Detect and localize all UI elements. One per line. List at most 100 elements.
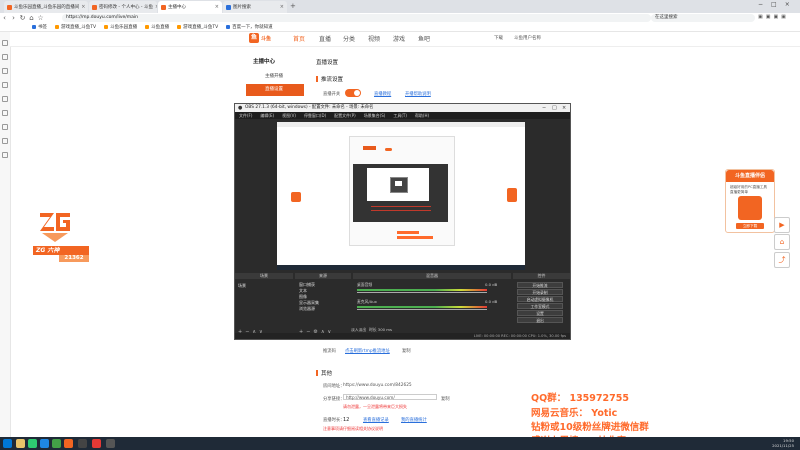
start-recording-button[interactable]: 开始录制: [517, 289, 563, 295]
nav-game[interactable]: 游戏: [393, 34, 405, 43]
mixer-desktop-meter[interactable]: [357, 289, 507, 293]
browser-icon[interactable]: [40, 439, 49, 448]
exit-button[interactable]: 退出: [517, 317, 563, 323]
search-input[interactable]: 在这里搜索: [651, 14, 755, 22]
sidebar-chat-icon[interactable]: [2, 110, 8, 116]
sidebar-item-live-settings[interactable]: 直播设置: [246, 84, 304, 96]
obs-window[interactable]: OBS 27.1.3 (64-bit, windows) - 配置文件: 未命名…: [234, 103, 571, 340]
tutorial-link[interactable]: 直播教程: [374, 91, 391, 97]
obs-app-icon[interactable]: [78, 439, 87, 448]
minimize-button[interactable]: −: [542, 104, 546, 112]
refresh-icon[interactable]: ↻: [18, 14, 27, 23]
back-icon[interactable]: ‹: [0, 14, 9, 23]
nav-fishbar[interactable]: 鱼吧: [418, 34, 430, 43]
app-icon[interactable]: [52, 439, 61, 448]
record-link[interactable]: 查看直播记录: [363, 417, 389, 423]
bookmark-item[interactable]: 游戏直播_斗鱼TV: [177, 24, 218, 30]
nav-home[interactable]: 首页: [293, 34, 305, 43]
bookmark-item[interactable]: 百度一下，你就知道: [226, 24, 273, 30]
extension-icons[interactable]: ▣▣▣▣: [758, 14, 789, 20]
studio-mode-button[interactable]: 工作室模式: [517, 303, 563, 309]
source-item[interactable]: 浏览器源: [299, 306, 315, 312]
close-icon[interactable]: ×: [280, 4, 284, 10]
star-icon[interactable]: ☆: [36, 14, 45, 23]
menu-tools[interactable]: 工具(T): [393, 112, 407, 119]
streamer-tool-promo[interactable]: 斗鱼直播伴侣 超级好用的PC直播工具 直播更简单 立即下载: [725, 169, 775, 233]
share-label: 分享链接：: [323, 397, 345, 402]
bookmark-item[interactable]: 游戏直播_斗鱼TV: [55, 24, 96, 30]
close-icon[interactable]: ×: [155, 4, 157, 10]
share-input[interactable]: http://www.douyu.com/: [343, 394, 437, 400]
obs-preview[interactable]: [277, 122, 525, 270]
rtmp-refresh-link[interactable]: 点击刷新rtmp推流地址: [345, 348, 390, 354]
nav-video[interactable]: 视频: [368, 34, 380, 43]
share-icon[interactable]: ⤴: [774, 252, 790, 268]
sidebar-download-icon[interactable]: [2, 96, 8, 102]
bookmark-item[interactable]: 斗鱼直播: [145, 24, 169, 30]
bookmark-item[interactable]: 书签: [32, 24, 47, 30]
scene-item[interactable]: 场景: [238, 283, 246, 289]
close-button[interactable]: ×: [562, 104, 566, 112]
menu-docks[interactable]: 停靠窗口(D): [304, 112, 326, 119]
bookmark-item[interactable]: 斗鱼乐园直播: [104, 24, 137, 30]
copy-link[interactable]: 复制: [402, 348, 411, 354]
start-icon[interactable]: [3, 439, 12, 448]
mixer-mic-meter[interactable]: [357, 306, 507, 310]
sidebar-screenshot-icon[interactable]: [2, 138, 8, 144]
menu-help[interactable]: 帮助(H): [415, 112, 429, 119]
user-name[interactable]: 斗鱼用户名称: [514, 35, 541, 41]
virtual-camera-button[interactable]: 启动虚拟摄像机: [517, 296, 563, 302]
promo-download-button[interactable]: 立即下载: [736, 223, 764, 229]
nav-category[interactable]: 分类: [343, 34, 355, 43]
menu-scene-collection[interactable]: 场景集合(S): [364, 112, 386, 119]
volume-slider[interactable]: [357, 309, 487, 310]
system-clock[interactable]: 19:50 2021/11/25: [772, 438, 794, 448]
sidebar-star-icon[interactable]: [2, 40, 8, 46]
tab-3[interactable]: 主播中心 ×: [158, 1, 222, 13]
sidebar-history-icon[interactable]: [2, 82, 8, 88]
maximize-button[interactable]: □: [552, 104, 557, 112]
live-toggle[interactable]: [345, 89, 361, 97]
download-link[interactable]: 下载: [494, 35, 503, 41]
app-icon[interactable]: [106, 439, 115, 448]
tab-2[interactable]: 密码修改 - 个人中心 - 斗鱼×: [89, 1, 157, 13]
mixer-desktop-label: 桌面音频: [357, 282, 373, 287]
home-float-icon[interactable]: ⌂: [774, 234, 790, 250]
settings-button[interactable]: 设置: [517, 310, 563, 316]
sidebar-game-icon[interactable]: [2, 124, 8, 130]
new-tab-button[interactable]: +: [290, 2, 296, 10]
play-icon[interactable]: ▶: [774, 217, 790, 233]
menu-profile[interactable]: 配置文件(P): [334, 112, 356, 119]
sidebar-tools-icon[interactable]: [2, 152, 8, 158]
sidebar-bookmark-icon[interactable]: [2, 54, 8, 60]
tab-4[interactable]: 图片搜索 ×: [223, 1, 287, 13]
app-icon[interactable]: [92, 439, 101, 448]
sidebar-item-start-live[interactable]: 主播开播: [246, 71, 304, 83]
window-controls[interactable]: −□×: [758, 1, 798, 8]
wechat-icon[interactable]: [28, 439, 37, 448]
douyu-icon: [145, 25, 150, 29]
nav-live[interactable]: 直播: [319, 34, 331, 43]
preview-mixer-bar: [371, 206, 431, 207]
promo-app-icon: [738, 196, 762, 220]
menu-view[interactable]: 视图(V): [282, 112, 296, 119]
start-streaming-button[interactable]: 开始推流: [517, 282, 563, 288]
menu-file[interactable]: 文件(F): [239, 112, 252, 119]
windows-taskbar: 19:50 2021/11/25: [0, 437, 800, 450]
stats-link[interactable]: 我的直播统计: [401, 417, 427, 423]
file-explorer-icon[interactable]: [16, 439, 25, 448]
close-icon[interactable]: ×: [215, 4, 219, 10]
home-icon[interactable]: ⌂: [27, 14, 36, 23]
tab-1[interactable]: 斗鱼乐园直播_斗鱼乐园的直播间 ×: [4, 1, 88, 13]
address-bar[interactable]: https://mp.douyu.com/live/main: [62, 14, 651, 22]
site-logo[interactable]: 鱼 斗鱼: [249, 32, 277, 44]
forward-icon[interactable]: ›: [9, 14, 18, 23]
douyu-app-icon[interactable]: [64, 439, 73, 448]
menu-edit[interactable]: 编辑(E): [260, 112, 274, 119]
sidebar-search-icon[interactable]: [2, 68, 8, 74]
preview-taskbar: [277, 265, 525, 270]
volume-slider[interactable]: [357, 292, 487, 293]
share-copy-button[interactable]: 复制: [441, 396, 450, 402]
close-icon[interactable]: ×: [81, 4, 85, 10]
help-link[interactable]: 开播帮助说明: [405, 91, 431, 97]
